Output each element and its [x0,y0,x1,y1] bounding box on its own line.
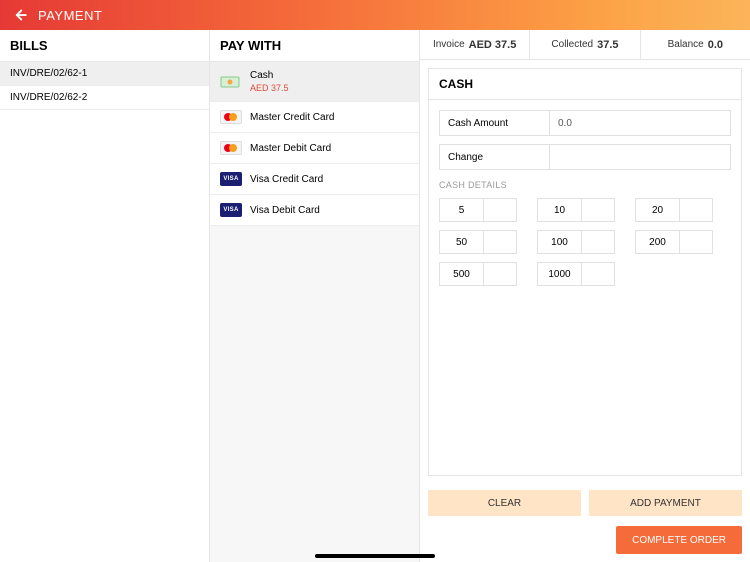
cash-panel-body: Cash Amount 0.0 Change CASH DETAILS 5 10 2… [429,100,741,475]
denomination-button[interactable]: 100 [538,231,582,253]
denomination-button[interactable]: 50 [440,231,484,253]
pay-method-label: Master Debit Card [250,143,331,154]
summary-invoice-value: AED 37.5 [469,39,517,51]
summary-invoice-label: Invoice [433,39,465,50]
mastercard-icon [220,110,242,124]
body: BILLS INV/DRE/02/62-1INV/DRE/02/62-2 PAY… [0,30,750,562]
denomination-cell: 200 [635,230,713,254]
cash-panel: CASH Cash Amount 0.0 Change CASH DETAILS… [428,68,742,476]
summary-invoice: Invoice AED 37.5 [420,30,530,59]
denomination-count[interactable] [484,199,516,221]
denomination-cell: 1000 [537,262,615,286]
denomination-count[interactable] [582,231,614,253]
denomination-cell: 500 [439,262,517,286]
pay-method-row[interactable]: VISA Visa Debit Card [210,195,419,226]
add-payment-button[interactable]: ADD PAYMENT [589,490,742,516]
pay-method-row[interactable]: Master Debit Card [210,133,419,164]
summary-collected-value: 37.5 [597,39,618,51]
change-row: Change [439,144,731,170]
mastercard-icon [220,141,242,155]
denomination-cell: 5 [439,198,517,222]
denomination-cell: 100 [537,230,615,254]
paywith-column: PAY WITH Cash AED 37.5 Master Credit Card M… [210,30,420,562]
summary-balance: Balance 0.0 [641,30,750,59]
right-column: Invoice AED 37.5 Collected 37.5 Balance … [420,30,750,562]
screen: PAYMENT BILLS INV/DRE/02/62-1INV/DRE/02/… [0,0,750,562]
summary-bar: Invoice AED 37.5 Collected 37.5 Balance … [420,30,750,60]
denomination-button[interactable]: 500 [440,263,484,285]
cash-amount-input[interactable]: 0.0 [550,111,730,135]
denomination-count[interactable] [680,231,712,253]
denomination-count[interactable] [680,199,712,221]
change-label: Change [440,145,550,169]
home-indicator [315,554,435,558]
denomination-cell: 50 [439,230,517,254]
visa-icon: VISA [220,172,242,186]
denomination-count[interactable] [582,263,614,285]
denominations-grid: 5 10 20 50 100 200 500 1000 [439,198,731,286]
pay-method-amount: AED 37.5 [250,83,289,93]
bill-row[interactable]: INV/DRE/02/62-2 [0,86,209,110]
page-title: PAYMENT [38,8,102,23]
denomination-cell: 20 [635,198,713,222]
denomination-cell: 10 [537,198,615,222]
summary-balance-label: Balance [668,39,704,50]
change-value [550,145,730,169]
pay-method-row[interactable]: VISA Visa Credit Card [210,164,419,195]
cash-amount-row: Cash Amount 0.0 [439,110,731,136]
pay-method-row[interactable]: Cash AED 37.5 [210,62,419,102]
pay-method-row[interactable]: Master Credit Card [210,102,419,133]
denomination-button[interactable]: 10 [538,199,582,221]
pay-method-label: Visa Credit Card [250,174,323,185]
summary-collected: Collected 37.5 [530,30,640,59]
cash-panel-title: CASH [429,69,741,100]
denomination-count[interactable] [582,199,614,221]
paywith-title: PAY WITH [210,30,419,62]
pay-method-label: Visa Debit Card [250,205,320,216]
bill-row[interactable]: INV/DRE/02/62-1 [0,62,209,86]
denomination-count[interactable] [484,231,516,253]
denomination-button[interactable]: 20 [636,199,680,221]
denomination-button[interactable]: 5 [440,199,484,221]
back-icon[interactable] [10,6,28,24]
summary-collected-label: Collected [551,39,593,50]
denomination-count[interactable] [484,263,516,285]
complete-order-button[interactable]: COMPLETE ORDER [616,526,742,554]
cash-icon [220,75,242,89]
visa-icon: VISA [220,203,242,217]
complete-row: COMPLETE ORDER [420,522,750,562]
denomination-button[interactable]: 1000 [538,263,582,285]
summary-balance-value: 0.0 [708,39,723,51]
bills-column: BILLS INV/DRE/02/62-1INV/DRE/02/62-2 [0,30,210,562]
clear-button[interactable]: CLEAR [428,490,581,516]
pay-method-label: Cash [250,70,289,81]
action-row: CLEAR ADD PAYMENT [420,484,750,522]
bills-title: BILLS [0,30,209,62]
cash-details-label: CASH DETAILS [439,180,731,190]
pay-method-label: Master Credit Card [250,112,334,123]
header-bar: PAYMENT [0,0,750,30]
denomination-button[interactable]: 200 [636,231,680,253]
cash-amount-label: Cash Amount [440,111,550,135]
